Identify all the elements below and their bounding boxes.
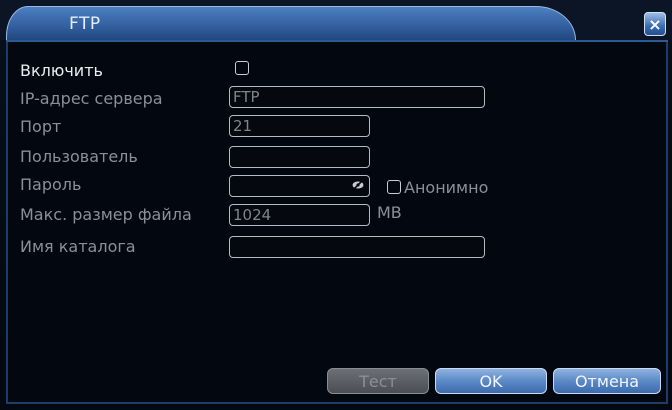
close-button[interactable]: × bbox=[644, 12, 666, 36]
test-button[interactable]: Тест bbox=[327, 368, 429, 394]
eye-hidden-icon[interactable] bbox=[351, 178, 365, 192]
title-bar: FTP × bbox=[0, 0, 672, 42]
server-ip-input[interactable]: FTP bbox=[229, 86, 485, 108]
ftp-dialog: FTP × Включить IP-адрес сервера FTP Порт… bbox=[0, 0, 672, 410]
enable-label: Включить bbox=[20, 61, 103, 80]
max-file-size-label: Макс. размер файла bbox=[20, 205, 192, 224]
directory-name-input[interactable] bbox=[229, 236, 485, 258]
anonymous-checkbox[interactable] bbox=[387, 180, 401, 194]
user-label: Пользователь bbox=[20, 147, 138, 166]
port-input[interactable]: 21 bbox=[229, 115, 370, 137]
directory-name-label: Имя каталога bbox=[20, 237, 136, 256]
max-file-size-unit: MB bbox=[377, 203, 402, 222]
port-label: Порт bbox=[20, 117, 62, 136]
anonymous-label: Анонимно bbox=[404, 178, 489, 197]
close-icon: × bbox=[648, 14, 662, 34]
password-input[interactable] bbox=[229, 175, 370, 197]
title-tab: FTP bbox=[6, 6, 576, 42]
ok-button[interactable]: OK bbox=[435, 368, 547, 394]
user-input[interactable] bbox=[229, 146, 370, 168]
window-title: FTP bbox=[69, 14, 101, 34]
max-file-size-input[interactable]: 1024 bbox=[229, 204, 370, 226]
enable-checkbox[interactable] bbox=[235, 61, 249, 75]
cancel-button[interactable]: Отмена bbox=[553, 368, 661, 394]
password-label: Пароль bbox=[20, 175, 82, 194]
server-ip-label: IP-адрес сервера bbox=[20, 89, 163, 108]
